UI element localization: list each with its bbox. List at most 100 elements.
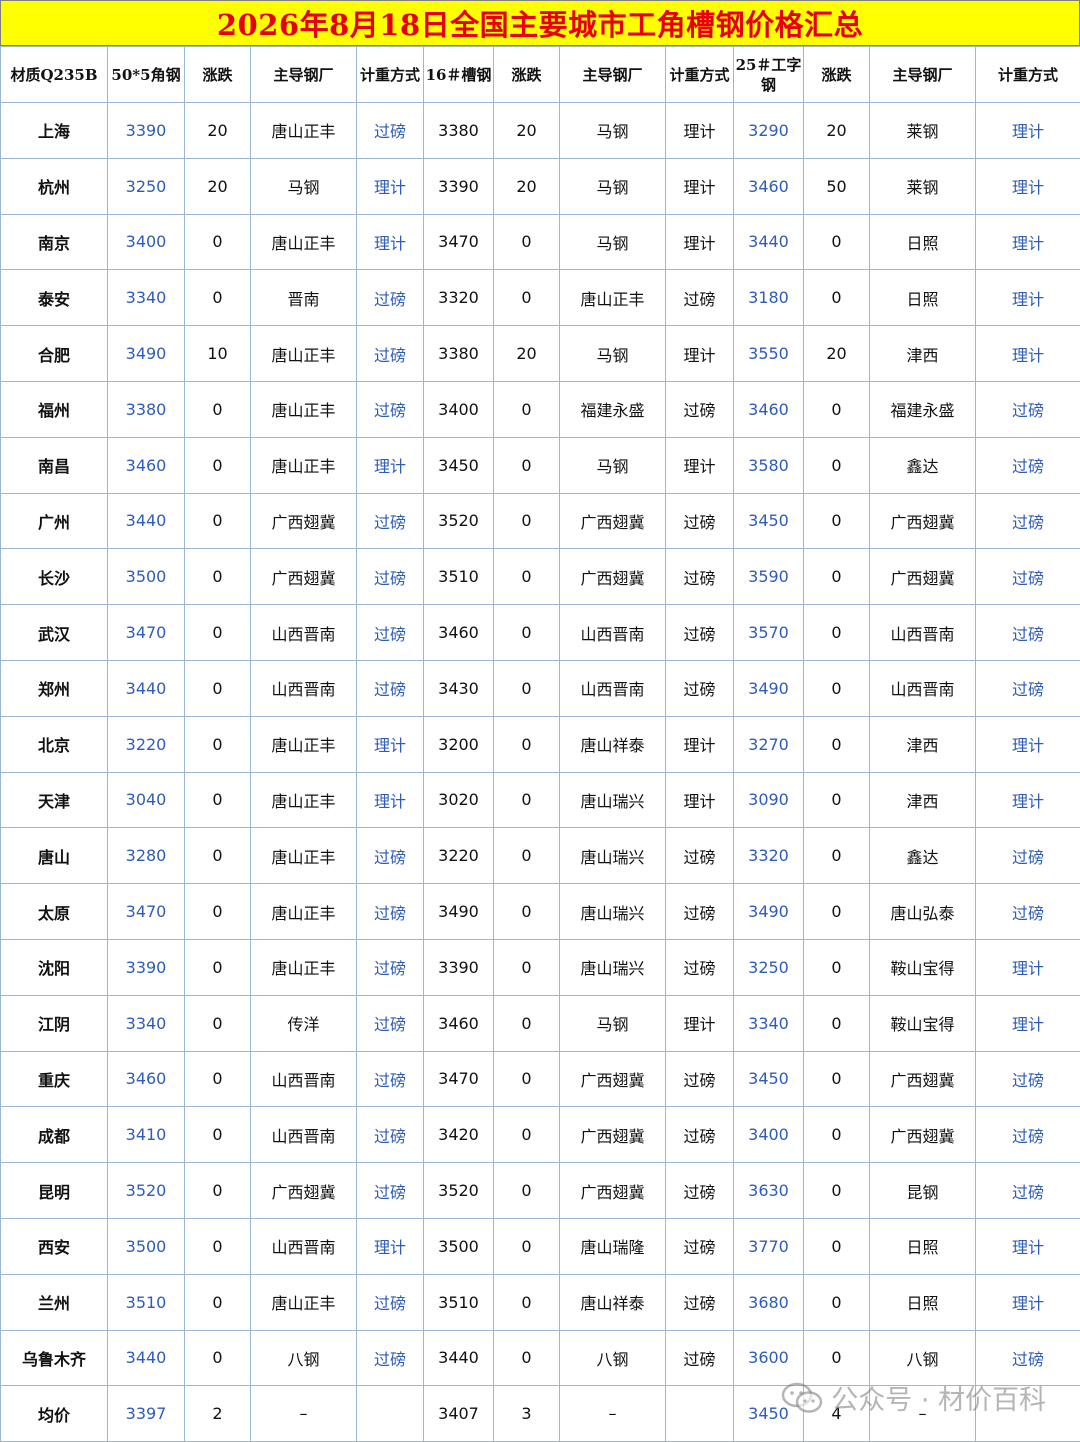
angle-method-cell: 过磅 <box>357 939 424 995</box>
ibeam-change-cell: 0 <box>804 1330 870 1386</box>
angle-price-cell: 3250 <box>108 158 185 214</box>
angle-mill-cell: 唐山正丰 <box>251 381 357 437</box>
angle-method-cell: 理计 <box>357 214 424 270</box>
angle-change-cell: 0 <box>185 381 251 437</box>
angle-method-cell: 理计 <box>357 772 424 828</box>
angle-price-cell: 3500 <box>108 549 185 605</box>
channel-price-cell: 3460 <box>424 995 494 1051</box>
angle-change-cell: 0 <box>185 939 251 995</box>
column-header: 涨跌 <box>804 47 870 103</box>
channel-price-cell: 3430 <box>424 660 494 716</box>
angle-price-cell: 3460 <box>108 1051 185 1107</box>
angle-mill-cell: 广西翅冀 <box>251 493 357 549</box>
ibeam-change-cell: 0 <box>804 1274 870 1330</box>
ibeam-change-cell: 0 <box>804 381 870 437</box>
angle-mill-cell: 唐山正丰 <box>251 437 357 493</box>
channel-price-cell: 3500 <box>424 1218 494 1274</box>
ibeam-price-cell: 3680 <box>734 1274 804 1330</box>
ibeam-mill-cell: 日照 <box>870 214 976 270</box>
angle-change-cell: 0 <box>185 1163 251 1219</box>
ibeam-price-cell: 3460 <box>734 158 804 214</box>
channel-mill-cell: 山西晋南 <box>560 605 666 661</box>
city-cell: 北京 <box>1 716 108 772</box>
ibeam-mill-cell: 山西晋南 <box>870 660 976 716</box>
ibeam-change-cell: 0 <box>804 939 870 995</box>
ibeam-method-cell: 过磅 <box>976 605 1080 661</box>
city-cell: 乌鲁木齐 <box>1 1330 108 1386</box>
ibeam-method-cell: 过磅 <box>976 828 1080 884</box>
angle-method-cell: 过磅 <box>357 103 424 159</box>
ibeam-mill-cell: 广西翅冀 <box>870 493 976 549</box>
angle-price-cell: 3280 <box>108 828 185 884</box>
channel-change-cell: 0 <box>494 1107 560 1163</box>
ibeam-price-cell: 3770 <box>734 1218 804 1274</box>
ibeam-change-cell: 20 <box>804 326 870 382</box>
channel-change-cell: 0 <box>494 381 560 437</box>
angle-change-cell: 2 <box>185 1386 251 1442</box>
city-cell: 唐山 <box>1 828 108 884</box>
ibeam-change-cell: 0 <box>804 1218 870 1274</box>
channel-price-cell: 3510 <box>424 1274 494 1330</box>
table-row: 西安35000山西晋南理计35000唐山瑞隆过磅37700日照理计 <box>1 1218 1080 1274</box>
ibeam-method-cell: 过磅 <box>976 884 1080 940</box>
table-row: 上海339020唐山正丰过磅338020马钢理计329020莱钢理计 <box>1 103 1080 159</box>
angle-method-cell: 过磅 <box>357 493 424 549</box>
angle-change-cell: 0 <box>185 772 251 828</box>
angle-change-cell: 0 <box>185 437 251 493</box>
angle-change-cell: 0 <box>185 828 251 884</box>
angle-mill-cell: 唐山正丰 <box>251 716 357 772</box>
table-row: 昆明35200广西翅冀过磅35200广西翅冀过磅36300昆钢过磅 <box>1 1163 1080 1219</box>
city-cell: 西安 <box>1 1218 108 1274</box>
ibeam-mill-cell: 日照 <box>870 270 976 326</box>
page-title: 2026年8月18日全国主要城市工角槽钢价格汇总 <box>0 0 1080 46</box>
column-header: 主导钢厂 <box>251 47 357 103</box>
channel-price-cell: 3200 <box>424 716 494 772</box>
ibeam-change-cell: 0 <box>804 1051 870 1107</box>
channel-price-cell: 3470 <box>424 1051 494 1107</box>
channel-mill-cell: 唐山瑞兴 <box>560 884 666 940</box>
city-cell: 重庆 <box>1 1051 108 1107</box>
ibeam-method-cell: 理计 <box>976 326 1080 382</box>
table-row: 福州33800唐山正丰过磅34000福建永盛过磅34600福建永盛过磅 <box>1 381 1080 437</box>
column-header: 主导钢厂 <box>560 47 666 103</box>
angle-mill-cell: 唐山正丰 <box>251 1274 357 1330</box>
ibeam-price-cell: 3550 <box>734 326 804 382</box>
city-cell: 太原 <box>1 884 108 940</box>
ibeam-mill-cell: 鞍山宝得 <box>870 995 976 1051</box>
ibeam-price-cell: 3340 <box>734 995 804 1051</box>
channel-change-cell: 0 <box>494 1274 560 1330</box>
ibeam-price-cell: 3630 <box>734 1163 804 1219</box>
angle-method-cell: 过磅 <box>357 1274 424 1330</box>
channel-change-cell: 0 <box>494 995 560 1051</box>
channel-change-cell: 0 <box>494 884 560 940</box>
channel-mill-cell: 唐山正丰 <box>560 270 666 326</box>
channel-change-cell: 0 <box>494 214 560 270</box>
ibeam-mill-cell: 津西 <box>870 716 976 772</box>
angle-method-cell: 理计 <box>357 158 424 214</box>
angle-method-cell: 过磅 <box>357 1051 424 1107</box>
ibeam-change-cell: 0 <box>804 493 870 549</box>
table-row: 郑州34400山西晋南过磅34300山西晋南过磅34900山西晋南过磅 <box>1 660 1080 716</box>
angle-method-cell: 过磅 <box>357 1330 424 1386</box>
column-header: 计重方式 <box>976 47 1080 103</box>
column-header: 50*5角钢 <box>108 47 185 103</box>
angle-change-cell: 0 <box>185 716 251 772</box>
channel-mill-cell: 马钢 <box>560 103 666 159</box>
channel-method-cell: 过磅 <box>666 884 734 940</box>
channel-method-cell: 理计 <box>666 326 734 382</box>
city-cell: 成都 <box>1 1107 108 1163</box>
channel-change-cell: 20 <box>494 326 560 382</box>
channel-change-cell: 3 <box>494 1386 560 1442</box>
channel-method-cell: 理计 <box>666 214 734 270</box>
ibeam-change-cell: 0 <box>804 828 870 884</box>
ibeam-method-cell: 过磅 <box>976 493 1080 549</box>
city-cell: 兰州 <box>1 1274 108 1330</box>
channel-method-cell: 过磅 <box>666 660 734 716</box>
channel-method-cell: 过磅 <box>666 493 734 549</box>
ibeam-method-cell: 理计 <box>976 214 1080 270</box>
channel-method-cell: 理计 <box>666 437 734 493</box>
channel-mill-cell: 唐山瑞兴 <box>560 772 666 828</box>
ibeam-price-cell: 3090 <box>734 772 804 828</box>
angle-price-cell: 3390 <box>108 103 185 159</box>
angle-change-cell: 0 <box>185 549 251 605</box>
